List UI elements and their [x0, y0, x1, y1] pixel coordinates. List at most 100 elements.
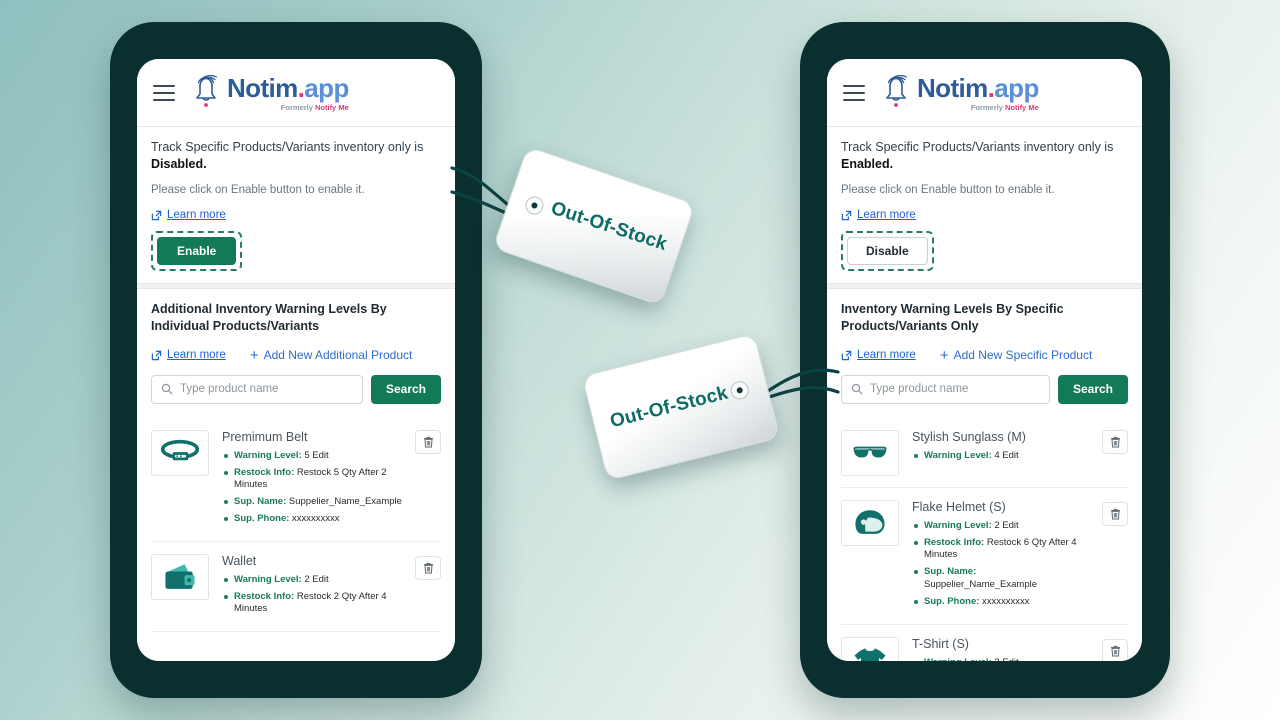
external-link-icon: [151, 210, 162, 220]
tracking-status-hint: Please click on Enable button to enable …: [151, 184, 365, 196]
external-link-icon: [151, 350, 162, 360]
learn-more-link[interactable]: Learn more: [841, 209, 916, 221]
detail-row: Restock Info: Restock 2 Qty After 4 Minu…: [222, 591, 403, 617]
add-new-product-link[interactable]: + Add New Specific Product: [940, 348, 1093, 363]
right-product-list: Stylish Sunglass (M) Warning Level: 4 Ed…: [827, 416, 1142, 661]
additional-inventory-panel: Additional Inventory Warning Levels By I…: [137, 289, 455, 416]
specific-inventory-panel: Inventory Warning Levels By Specific Pro…: [827, 289, 1142, 416]
trash-icon: [1110, 508, 1120, 520]
logo-tagline: Formerly Notify Me: [970, 103, 1039, 112]
product-info: Flake Helmet (S) Warning Level: 2 Edit R…: [912, 500, 1128, 613]
external-link-icon: [841, 210, 852, 220]
product-thumbnail: [841, 636, 899, 661]
product-name: Wallet: [222, 553, 257, 568]
tag-label: Out-Of-Stock: [548, 197, 670, 256]
detail-row: Warning Level: 2 Edit: [222, 574, 403, 587]
product-details: Warning Level: 5 Edit Restock Info: Rest…: [222, 450, 403, 526]
phone-notch: [235, 22, 357, 44]
product-info: T-Shirt (S) Warning Level: 2 Edit: [912, 637, 1128, 661]
right-phone-content: Track Specific Products/Variants invento…: [827, 126, 1142, 661]
product-info: Stylish Sunglass (M) Warning Level: 4 Ed…: [912, 430, 1128, 476]
left-phone-mockup: Notim.app Formerly Notify Me Track Speci…: [110, 22, 482, 698]
delete-product-button[interactable]: [415, 555, 441, 580]
sunglasses-icon: [853, 446, 887, 458]
hamburger-menu-icon[interactable]: [843, 85, 865, 102]
magnifier-icon: [851, 384, 863, 395]
product-name: Premimum Belt: [222, 429, 308, 444]
trash-icon: [1110, 436, 1120, 448]
tshirt-icon: [854, 647, 886, 661]
wallet-icon: [165, 564, 195, 589]
product-thumbnail: [151, 553, 209, 600]
phone-notch: [924, 22, 1046, 44]
logo-wordmark: Notim.app: [917, 73, 1039, 103]
tracking-status-panel: Track Specific Products/Variants invento…: [137, 127, 455, 284]
detail-row: Warning Level: 4 Edit: [912, 450, 1090, 463]
search-box[interactable]: [151, 374, 363, 404]
product-info: Wallet Warning Level: 2 Edit Restock Inf…: [222, 554, 441, 620]
enable-button-focus-ring: Enable: [151, 231, 243, 271]
delete-product-button[interactable]: [1102, 638, 1128, 661]
trash-icon: [1110, 645, 1120, 657]
search-row: Search: [841, 374, 1128, 404]
hamburger-menu-icon[interactable]: [153, 85, 175, 102]
app-logo: Notim.app Formerly Notify Me: [191, 75, 349, 112]
app-logo: Notim.app Formerly Notify Me: [881, 75, 1039, 112]
section-title: Additional Inventory Warning Levels By I…: [151, 302, 387, 333]
product-details: Warning Level: 2 Edit Restock Info: Rest…: [912, 520, 1090, 609]
delete-product-button[interactable]: [1102, 501, 1128, 526]
search-box[interactable]: [841, 374, 1050, 404]
tracking-status-text: Track Specific Products/Variants invento…: [841, 139, 1114, 171]
bell-signal-icon: [196, 75, 218, 107]
helmet-icon: [855, 510, 885, 534]
product-details: Warning Level: 2 Edit: [912, 657, 1090, 661]
delete-product-button[interactable]: [1102, 429, 1128, 454]
detail-row: Sup. Phone: xxxxxxxxxx: [222, 513, 403, 526]
tracking-status-panel: Track Specific Products/Variants invento…: [827, 127, 1142, 284]
app-header: Notim.app Formerly Notify Me: [827, 59, 1142, 127]
tag-hole: [522, 194, 546, 217]
search-button[interactable]: Search: [370, 374, 441, 404]
product-name: Flake Helmet (S): [912, 499, 1006, 514]
bell-signal-icon: [886, 75, 908, 107]
tag-label: Out-Of-Stock: [607, 382, 731, 433]
tracking-status-text: Track Specific Products/Variants invento…: [151, 139, 424, 171]
plus-icon: +: [249, 346, 259, 364]
add-new-product-link[interactable]: + Add New Additional Product: [250, 348, 413, 363]
status-links-row: Learn more: [151, 209, 441, 221]
product-thumbnail: [841, 429, 899, 476]
section-learn-more-link[interactable]: Learn more: [151, 349, 226, 361]
external-link-icon: [841, 350, 852, 360]
search-input[interactable]: [180, 383, 353, 396]
section-links-row: Learn more + Add New Additional Product: [151, 348, 441, 363]
detail-row: Warning Level: 5 Edit: [222, 450, 403, 463]
list-item: T-Shirt (S) Warning Level: 2 Edit: [841, 625, 1128, 661]
enable-button[interactable]: Enable: [157, 237, 237, 265]
product-thumbnail: [841, 499, 899, 546]
section-links-row: Learn more + Add New Specific Product: [841, 348, 1128, 363]
product-name: T-Shirt (S): [912, 636, 969, 651]
right-phone-screen: Notim.app Formerly Notify Me Track Speci…: [827, 59, 1142, 661]
list-item: Premimum Belt Warning Level: 5 Edit Rest…: [151, 416, 441, 542]
search-input[interactable]: [870, 383, 1040, 396]
list-item: Flake Helmet (S) Warning Level: 2 Edit R…: [841, 488, 1128, 625]
left-phone-screen: Notim.app Formerly Notify Me Track Speci…: [137, 59, 455, 661]
product-info: Premimum Belt Warning Level: 5 Edit Rest…: [222, 430, 441, 530]
search-row: Search: [151, 374, 441, 404]
detail-row: Warning Level: 2 Edit: [912, 657, 1090, 661]
disable-button[interactable]: Disable: [847, 237, 928, 265]
search-button[interactable]: Search: [1057, 374, 1128, 404]
out-of-stock-tag: Out-Of-Stock: [492, 145, 696, 307]
status-links-row: Learn more: [841, 209, 1128, 221]
section-learn-more-link[interactable]: Learn more: [841, 349, 916, 361]
list-item: Wallet Warning Level: 2 Edit Restock Inf…: [151, 542, 441, 633]
app-header: Notim.app Formerly Notify Me: [137, 59, 455, 127]
detail-row: Sup. Name: Suppelier_Name_Example: [222, 496, 403, 509]
disable-button-focus-ring: Disable: [841, 231, 934, 271]
list-item: Stylish Sunglass (M) Warning Level: 4 Ed…: [841, 416, 1128, 488]
delete-product-button[interactable]: [415, 429, 441, 454]
learn-more-link[interactable]: Learn more: [151, 209, 226, 221]
detail-row: Sup. Phone: xxxxxxxxxx: [912, 596, 1090, 609]
trash-icon: [423, 436, 433, 448]
magnifier-icon: [161, 384, 173, 395]
